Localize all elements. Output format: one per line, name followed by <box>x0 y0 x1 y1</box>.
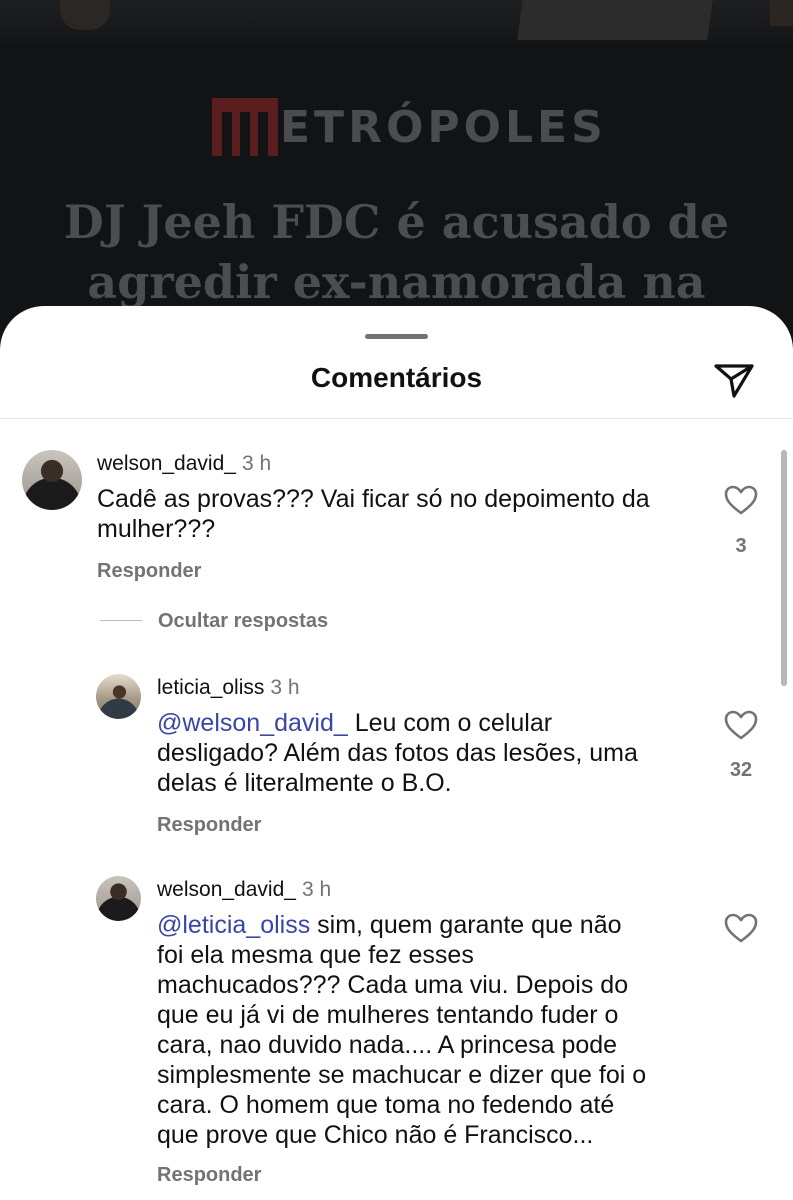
username[interactable]: welson_david_ <box>97 452 236 475</box>
reply-text-line: cara. O homem que toma no fedendo até <box>157 1091 615 1119</box>
logo-text: ETRÓPOLES <box>280 101 607 153</box>
reply-author[interactable]: leticia_oliss 3 h <box>157 676 300 700</box>
reply-text-line: @welson_david_ Leu com o celular <box>157 709 553 737</box>
mention-link[interactable]: @leticia_oliss <box>157 911 310 939</box>
reply-text-line: que eu já vi de mulheres tentando fuder … <box>157 1001 619 1029</box>
headline-line-2: agredir ex-namorada na <box>87 255 706 309</box>
reply-text-line: simplesmente se machucar e dizer que foi… <box>157 1061 647 1089</box>
reply-text-line: @leticia_oliss sim, quem garante que não <box>157 911 622 939</box>
like-count: 3 <box>735 535 747 557</box>
sheet-drag-handle[interactable] <box>365 334 428 339</box>
username[interactable]: leticia_oliss <box>157 676 264 699</box>
reply-text-line: machucados??? Cada uma viu. Depois do <box>157 971 629 999</box>
logo-m-mark <box>212 98 278 156</box>
paper-plane-icon[interactable] <box>712 358 756 402</box>
avatar[interactable] <box>96 674 141 719</box>
like-count: 32 <box>729 759 753 781</box>
reply-button[interactable]: Responder <box>157 814 261 837</box>
heart-icon[interactable] <box>724 485 758 515</box>
replies-divider <box>100 620 142 621</box>
comment-text: Cadê as provas??? Vai ficar só no depoim… <box>97 484 717 544</box>
hide-replies-button[interactable]: Ocultar respostas <box>158 610 328 633</box>
post-image-strip <box>0 0 793 42</box>
timestamp: 3 h <box>270 676 300 699</box>
reply-text-line: desligado? Além das fotos das lesões, um… <box>157 739 638 767</box>
reply-text-line: que prove que Chico não é Francisco... <box>157 1121 594 1149</box>
reply-text-line: cara, nao duvido nada.... A princesa pod… <box>157 1031 618 1059</box>
post-headline: DJ Jeeh FDC é acusado de agredir ex-namo… <box>0 192 793 312</box>
reply-author[interactable]: welson_david_ 3 h <box>157 878 331 902</box>
post-background: ETRÓPOLES DJ Jeeh FDC é acusado de agred… <box>0 0 793 340</box>
comment-text-line: mulher??? <box>97 515 216 543</box>
sheet-title: Comentários <box>310 362 483 393</box>
reply-text-line: delas é literalmente o B.O. <box>157 769 452 797</box>
heart-icon[interactable] <box>724 710 758 740</box>
avatar[interactable] <box>22 450 82 510</box>
reply-text: @leticia_oliss sim, quem garante que não… <box>157 910 717 1150</box>
reply-button[interactable]: Responder <box>157 1164 261 1187</box>
comments-sheet: Comentários welson_david_ 3 h Cadê as pro… <box>0 306 793 1200</box>
reply-text-line: foi ela mesma que fez esses <box>157 941 474 969</box>
comment-author[interactable]: welson_david_ 3 h <box>97 452 271 476</box>
scrollbar[interactable] <box>781 450 787 686</box>
metropoles-logo: ETRÓPOLES <box>212 96 607 158</box>
avatar[interactable] <box>96 876 141 921</box>
headline-line-1: DJ Jeeh FDC é acusado de <box>63 195 730 249</box>
header-divider <box>0 418 793 419</box>
comment-text-line: Cadê as provas??? Vai ficar só no depoim… <box>97 485 650 513</box>
heart-icon[interactable] <box>724 913 758 943</box>
reply-text: @welson_david_ Leu com o celular desliga… <box>157 708 717 798</box>
timestamp: 3 h <box>241 452 272 475</box>
reply-button[interactable]: Responder <box>97 560 201 583</box>
timestamp: 3 h <box>301 878 332 901</box>
username[interactable]: welson_david_ <box>157 878 296 901</box>
mention-link[interactable]: @welson_david_ <box>157 709 348 737</box>
